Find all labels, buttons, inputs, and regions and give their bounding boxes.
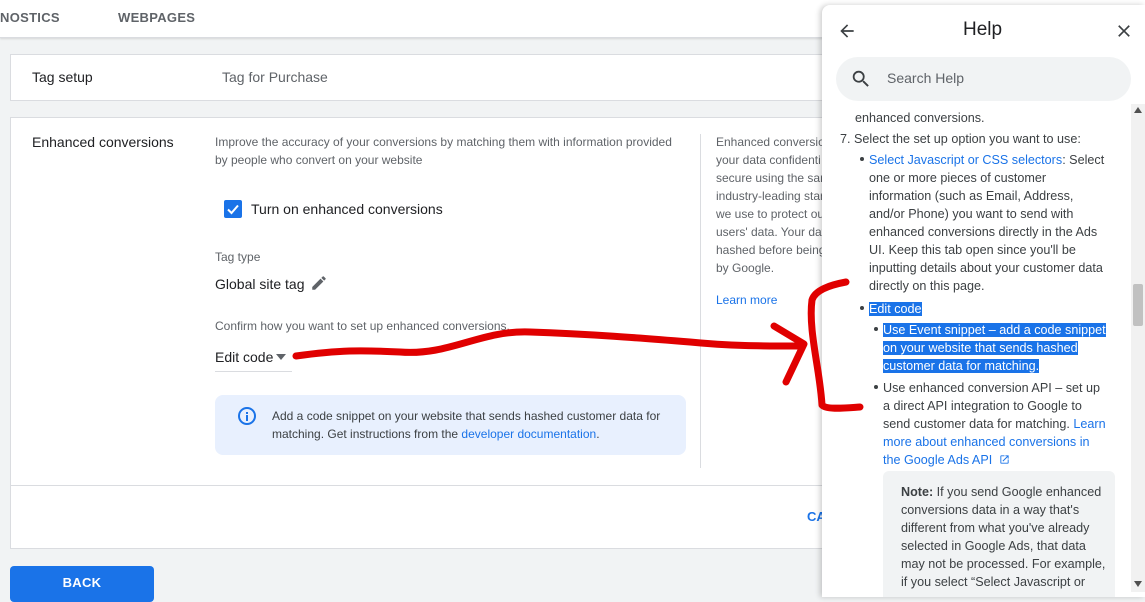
article-line: Use Event snippet – add a code snippet — [883, 321, 1131, 339]
bullet — [860, 157, 864, 161]
article-line: selected in Google Ads, that data — [901, 539, 1086, 553]
learn-more-api-link[interactable]: more about enhanced conversions in — [883, 433, 1131, 451]
enhanced-conversions-checkbox[interactable] — [224, 200, 242, 218]
close-icon[interactable] — [1114, 21, 1134, 41]
enhanced-description: Improve the accuracy of your conversions… — [215, 133, 695, 169]
article-line: enhanced conversions. — [855, 111, 985, 125]
tab-diagnostics[interactable]: NOSTICS — [0, 10, 60, 25]
info-text: . — [596, 427, 600, 441]
edit-code-item: Edit code — [869, 300, 922, 318]
scroll-up-icon[interactable] — [1134, 107, 1142, 113]
info-icon — [238, 407, 256, 425]
tag-setup-card[interactable] — [10, 54, 841, 101]
article-line: one or more pieces of customer — [869, 171, 1047, 185]
step-7: 7. Select the set up option you want to … — [840, 132, 1081, 146]
enhanced-conversions-label: Enhanced conversions — [32, 134, 174, 150]
api-title: Use enhanced conversion API — [883, 381, 1052, 395]
side-line: Enhanced conversio — [716, 135, 825, 149]
article-line: on your website that sends hashed — [883, 339, 1131, 357]
article-line: directly on this page. — [869, 279, 985, 293]
tag-type-label: Tag type — [215, 250, 261, 264]
side-line: users' data. Your dat — [716, 225, 826, 239]
option-js-css: Select Javascript or CSS selectors: Sele… — [869, 151, 1131, 295]
note-label: Note: — [901, 485, 934, 499]
learn-more-link[interactable]: Learn more — [716, 291, 777, 309]
scroll-down-icon[interactable] — [1134, 581, 1142, 587]
dropdown-arrow-icon — [276, 354, 286, 360]
article-text: – set up — [1051, 381, 1101, 395]
article-line: enhanced conversions directly in the Ads — [869, 225, 1098, 239]
learn-more-api-link[interactable]: Learn — [1073, 417, 1105, 431]
side-line: hashed before being — [716, 243, 826, 257]
vertical-divider — [700, 134, 701, 468]
checkbox-label[interactable]: Turn on enhanced conversions — [251, 201, 443, 217]
article-line: information (such as Email, Address, — [869, 189, 1074, 203]
article-line: and/or Phone) you want to send with — [869, 207, 1074, 221]
help-article: enhanced conversions. 7. Select the set … — [822, 103, 1131, 597]
info-text: matching. Get instructions from the — [272, 427, 462, 441]
article-line: if you select “Select Javascript or — [901, 575, 1086, 589]
help-panel: Help Search Help enhanced conversions. 7… — [822, 5, 1145, 597]
event-snippet-highlight: customer data for matching. — [883, 359, 1040, 373]
info-line: matching. Get instructions from the deve… — [272, 425, 677, 443]
side-explanation: Enhanced conversio your data confidenti … — [716, 133, 826, 277]
js-css-selectors-link[interactable]: Select Javascript or CSS selectors — [869, 153, 1062, 167]
article-line: UI. Keep this tab open since you'll be — [869, 243, 1076, 257]
event-snippet-item: Use Event snippet – add a code snippet o… — [883, 321, 1131, 375]
event-snippet-highlight: Use Event snippet – add a code snippet — [883, 323, 1106, 337]
search-placeholder: Search Help — [887, 70, 965, 86]
confirm-method-label: Confirm how you want to set up enhanced … — [215, 319, 510, 333]
article-line: customer data for matching. — [883, 357, 1131, 375]
article-line: conversions data in a way that's — [901, 503, 1080, 517]
help-search-input[interactable]: Search Help — [836, 57, 1131, 101]
article-line: Use enhanced conversion API – set up — [883, 379, 1131, 397]
help-scrollbar[interactable] — [1131, 104, 1145, 592]
article-line: different from what you've already — [901, 521, 1090, 535]
side-line: we use to protect ou — [716, 207, 825, 221]
note-box: Note: If you send Google enhanced conver… — [883, 471, 1115, 597]
developer-documentation-link[interactable]: developer documentation — [461, 427, 596, 441]
article-text: If you send Google enhanced — [933, 485, 1102, 499]
note-text: Note: If you send Google enhanced conver… — [901, 483, 1111, 591]
side-line: secure using the sar — [716, 171, 825, 185]
side-line: your data confidenti — [716, 153, 821, 167]
article-line: may not be processed. For example, — [901, 557, 1106, 571]
tag-setup-label: Tag setup — [32, 69, 93, 85]
back-button[interactable]: BACK — [10, 566, 154, 602]
api-item: Use enhanced conversion API – set up a d… — [883, 379, 1131, 469]
article-line: Note: If you send Google enhanced — [901, 483, 1111, 501]
bullet — [874, 327, 878, 331]
article-line: send customer data for matching. Learn — [883, 415, 1131, 433]
checkmark-icon — [227, 204, 239, 215]
tag-type-value: Global site tag — [215, 276, 305, 292]
scrollbar-thumb[interactable] — [1133, 284, 1143, 326]
external-link-icon — [1000, 455, 1009, 464]
dropdown-selected-value: Edit code — [215, 349, 274, 365]
search-icon — [852, 70, 869, 87]
edit-code-highlight: Edit code — [869, 302, 922, 316]
bullet — [860, 306, 864, 310]
learn-more-api-link[interactable]: the Google Ads API — [883, 453, 992, 467]
description-line: Improve the accuracy of your conversions… — [215, 135, 672, 149]
side-line: by Google. — [716, 261, 775, 275]
article-text: : Select — [1062, 153, 1105, 167]
article-line: Select Javascript or CSS selectors: Sele… — [869, 151, 1131, 169]
info-line: Add a code snippet on your website that … — [272, 409, 661, 423]
setup-method-dropdown[interactable]: Edit code — [215, 347, 292, 372]
article-line: inputting details about your customer da… — [869, 261, 1103, 275]
info-banner-text: Add a code snippet on your website that … — [272, 407, 677, 443]
tab-webpages[interactable]: WEBPAGES — [118, 10, 195, 25]
event-snippet-highlight: on your website that sends hashed — [883, 341, 1078, 355]
edit-pencil-icon[interactable] — [310, 274, 328, 292]
article-line: a direct API integration to Google to — [883, 399, 1082, 413]
description-line: by people who convert on your website — [215, 153, 423, 167]
card-footer-divider — [10, 485, 840, 486]
tag-setup-value: Tag for Purchase — [222, 69, 328, 85]
back-arrow-icon[interactable] — [837, 21, 857, 41]
article-text: send customer data for matching. — [883, 417, 1074, 431]
help-title: Help — [963, 19, 1003, 40]
side-line: industry-leading star — [716, 189, 825, 203]
bullet — [874, 385, 878, 389]
article-line: the Google Ads API — [883, 451, 1131, 469]
